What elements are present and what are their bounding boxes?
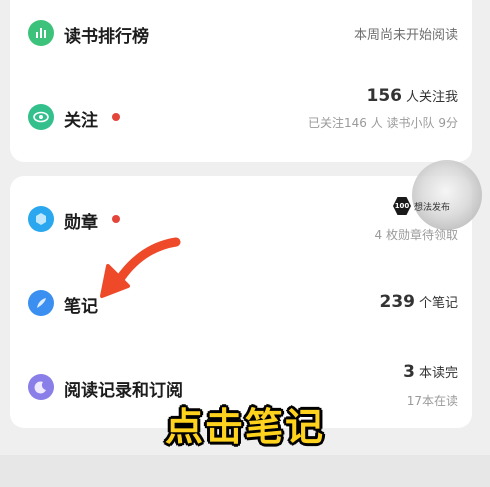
follow-count-unit: 人关注我	[405, 90, 458, 105]
publish-toast: 100 想法发布	[393, 195, 450, 217]
follow-title: 关注	[64, 111, 98, 131]
feather-icon	[28, 290, 54, 316]
badge-red-dot	[112, 215, 120, 223]
follow-sub: 已关注146 人 读书小队 9分	[308, 116, 458, 130]
caption-text: 点击笔记	[164, 405, 325, 449]
follow-red-dot	[112, 113, 120, 121]
notes-title: 笔记	[64, 297, 98, 317]
toast-badge-icon: 100	[393, 197, 411, 215]
reading-count-number: 3	[403, 362, 415, 382]
reading-count: 3 本读完	[403, 362, 458, 382]
reading-rank-row[interactable]: 读书排行榜 本周尚未开始阅读	[10, 8, 472, 58]
follow-row[interactable]: 关注 156 人关注我 已关注146 人 读书小队 9分	[10, 82, 472, 152]
follow-eye-icon	[28, 104, 54, 130]
reading-count-unit: 本读完	[418, 366, 458, 381]
notes-row[interactable]: 笔记 239 个笔记	[10, 278, 472, 328]
medal-icon	[28, 206, 54, 232]
toast-text: 想法发布	[414, 202, 451, 213]
badge-title: 勋章	[64, 213, 98, 233]
reading-rank-title: 读书排行榜	[64, 27, 149, 47]
follow-count: 156 人关注我	[366, 86, 458, 106]
notes-count: 239 个笔记	[379, 292, 458, 312]
bottom-bar	[0, 455, 490, 487]
notes-count-unit: 个笔记	[418, 296, 458, 311]
follow-count-number: 156	[366, 86, 402, 106]
notes-count-number: 239	[379, 292, 415, 312]
rank-chart-icon	[28, 20, 54, 46]
reading-rank-status: 本周尚未开始阅读	[353, 28, 458, 43]
card-social: 读书排行榜 本周尚未开始阅读 关注 156 人关注我 已关注146 人 读书小队 …	[10, 0, 472, 162]
